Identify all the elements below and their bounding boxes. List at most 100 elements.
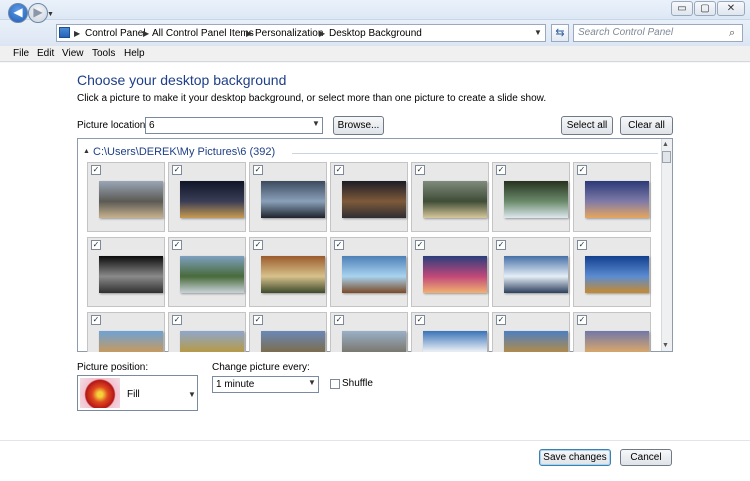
thumbnail-checkbox[interactable]: ✓	[577, 165, 587, 175]
picture-thumbnail[interactable]: ✓	[573, 312, 651, 352]
thumbnail-checkbox[interactable]: ✓	[91, 165, 101, 175]
picture-thumbnail[interactable]: ✓	[411, 162, 489, 232]
page-title: Choose your desktop background	[77, 72, 287, 88]
control-panel-icon	[59, 27, 70, 38]
forward-button[interactable]: ▶	[28, 3, 48, 23]
thumbnail-checkbox[interactable]: ✓	[172, 165, 182, 175]
thumbnail-checkbox[interactable]: ✓	[91, 315, 101, 325]
refresh-button[interactable]: ⇆	[551, 24, 569, 42]
thumbnail-checkbox[interactable]: ✓	[334, 315, 344, 325]
thumbnail-checkbox[interactable]: ✓	[496, 240, 506, 250]
footer-divider	[0, 440, 750, 441]
thumbnail-checkbox[interactable]: ✓	[496, 315, 506, 325]
close-button[interactable]: ✕	[717, 1, 745, 16]
gallery-scrollbar[interactable]	[661, 139, 672, 351]
browse-button[interactable]: Browse...	[333, 116, 384, 135]
position-preview-image	[80, 378, 120, 408]
menu-edit[interactable]: Edit	[37, 48, 54, 60]
thumbnail-image	[423, 256, 487, 293]
picture-thumbnail[interactable]: ✓	[330, 162, 408, 232]
picture-thumbnail[interactable]: ✓	[249, 312, 327, 352]
change-picture-interval-select[interactable]: 1 minute	[212, 376, 319, 393]
thumbnail-checkbox[interactable]: ✓	[334, 165, 344, 175]
picture-thumbnail[interactable]: ✓	[411, 237, 489, 307]
scrollbar-thumb[interactable]	[662, 151, 671, 163]
chevron-down-icon: ▼	[312, 119, 320, 128]
thumbnail-checkbox[interactable]: ✓	[253, 315, 263, 325]
thumbnail-checkbox[interactable]: ✓	[334, 240, 344, 250]
picture-thumbnail[interactable]: ✓	[573, 162, 651, 232]
thumbnail-image	[99, 331, 163, 352]
picture-thumbnail[interactable]: ✓	[87, 237, 165, 307]
group-header[interactable]: C:\Users\DEREK\My Pictures\6 (392)	[93, 146, 275, 158]
thumbnail-checkbox[interactable]: ✓	[496, 165, 506, 175]
page-subtitle: Click a picture to make it your desktop …	[77, 93, 547, 104]
cancel-button[interactable]: Cancel	[620, 449, 672, 466]
collapse-group-icon[interactable]: ▲	[83, 148, 90, 155]
breadcrumb-all-items[interactable]: All Control Panel Items	[152, 27, 254, 41]
thumbnail-image	[180, 331, 244, 352]
picture-thumbnail[interactable]: ✓	[249, 162, 327, 232]
chevron-down-icon: ▼	[308, 378, 316, 387]
thumbnail-checkbox[interactable]: ✓	[415, 165, 425, 175]
change-picture-label: Change picture every:	[212, 362, 310, 373]
breadcrumb-personalization[interactable]: Personalization	[255, 27, 323, 41]
select-all-button[interactable]: Select all	[561, 116, 613, 135]
thumbnail-image	[585, 331, 649, 352]
picture-thumbnail[interactable]: ✓	[492, 312, 570, 352]
address-history-dropdown[interactable]: ▼	[531, 25, 545, 41]
scroll-up-icon[interactable]: ▲	[662, 141, 669, 148]
thumbnail-image	[261, 181, 325, 218]
thumbnail-image	[261, 331, 325, 352]
scroll-down-icon[interactable]: ▼	[662, 342, 669, 349]
arrow-right-icon: ▶	[33, 5, 43, 19]
breadcrumb-control-panel[interactable]: Control Panel	[85, 27, 146, 41]
minimize-icon: ▭	[677, 3, 687, 14]
picture-thumbnail[interactable]: ✓	[573, 237, 651, 307]
breadcrumb-separator: ▶	[143, 29, 150, 38]
save-changes-button[interactable]: Save changes	[539, 449, 611, 466]
thumbnail-checkbox[interactable]: ✓	[577, 240, 587, 250]
thumbnail-image	[342, 256, 406, 293]
picture-thumbnail[interactable]: ✓	[87, 162, 165, 232]
maximize-button[interactable]: ▢	[694, 1, 716, 16]
thumbnail-checkbox[interactable]: ✓	[415, 240, 425, 250]
clear-all-button[interactable]: Clear all	[620, 116, 673, 135]
shuffle-label[interactable]: Shuffle	[342, 378, 373, 389]
picture-thumbnail[interactable]: ✓	[492, 162, 570, 232]
menu-tools[interactable]: Tools	[92, 48, 115, 60]
breadcrumb-separator: ▶	[74, 29, 81, 38]
search-input[interactable]: Search Control Panel	[573, 24, 743, 42]
thumbnail-checkbox[interactable]: ✓	[253, 165, 263, 175]
shuffle-checkbox[interactable]	[330, 379, 340, 389]
search-icon[interactable]: ⌕	[729, 27, 735, 40]
picture-thumbnail[interactable]: ✓	[168, 162, 246, 232]
back-button[interactable]: ◀	[8, 3, 28, 23]
thumbnail-image	[180, 256, 244, 293]
thumbnail-image	[585, 181, 649, 218]
menu-file[interactable]: File	[13, 48, 29, 60]
breadcrumb-desktop-background[interactable]: Desktop Background	[329, 27, 422, 41]
picture-thumbnail[interactable]: ✓	[330, 312, 408, 352]
picture-thumbnail[interactable]: ✓	[249, 237, 327, 307]
thumbnail-checkbox[interactable]: ✓	[172, 315, 182, 325]
recent-pages-dropdown[interactable]: ▼	[47, 11, 54, 18]
thumbnail-image	[180, 181, 244, 218]
picture-thumbnail[interactable]: ✓	[168, 312, 246, 352]
thumbnail-image	[585, 256, 649, 293]
minimize-button[interactable]: ▭	[671, 1, 693, 16]
thumbnail-checkbox[interactable]: ✓	[253, 240, 263, 250]
picture-thumbnail[interactable]: ✓	[411, 312, 489, 352]
breadcrumb-separator: ▶	[246, 29, 253, 38]
menu-help[interactable]: Help	[124, 48, 145, 60]
picture-thumbnail[interactable]: ✓	[330, 237, 408, 307]
thumbnail-checkbox[interactable]: ✓	[172, 240, 182, 250]
picture-thumbnail[interactable]: ✓	[87, 312, 165, 352]
thumbnail-checkbox[interactable]: ✓	[577, 315, 587, 325]
picture-thumbnail[interactable]: ✓	[168, 237, 246, 307]
picture-location-select[interactable]: 6	[145, 117, 323, 134]
menu-view[interactable]: View	[62, 48, 84, 60]
thumbnail-checkbox[interactable]: ✓	[415, 315, 425, 325]
thumbnail-checkbox[interactable]: ✓	[91, 240, 101, 250]
picture-thumbnail[interactable]: ✓	[492, 237, 570, 307]
